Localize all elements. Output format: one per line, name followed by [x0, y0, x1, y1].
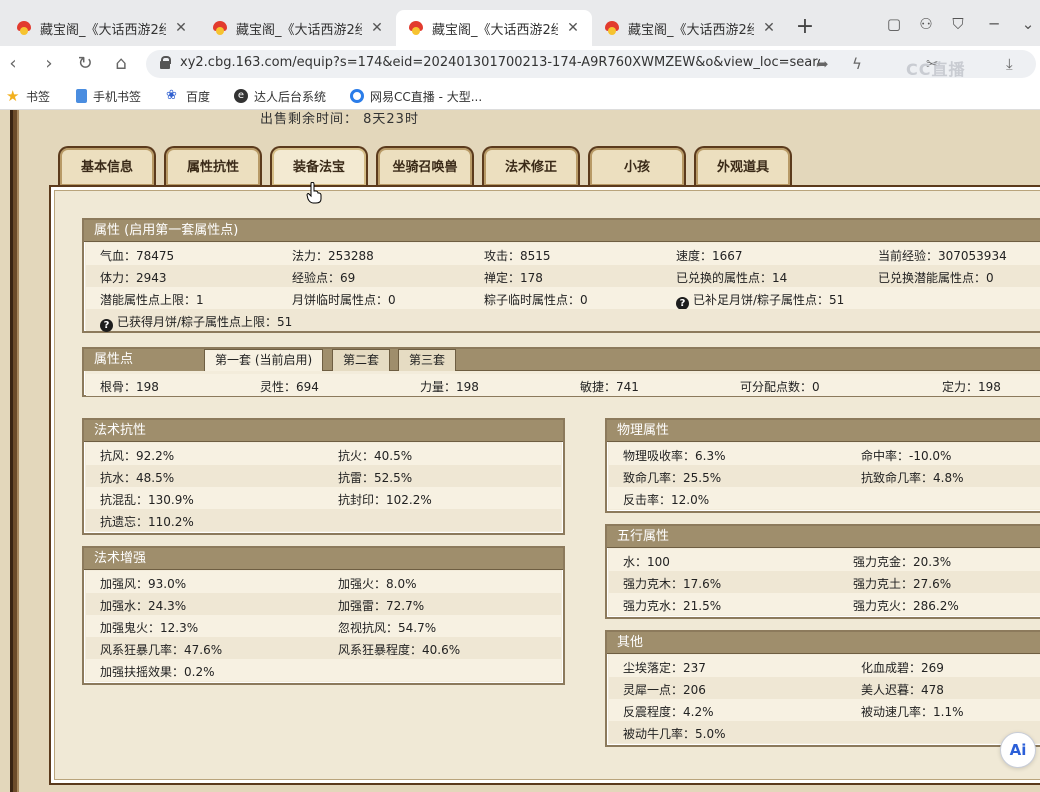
bookmark-item[interactable]: 手机书签: [76, 87, 141, 105]
enhance-row: 加强鬼火：12.3% 忽视抗风：54.7%: [86, 615, 561, 637]
e-icon: e: [234, 89, 248, 103]
browser-tab[interactable]: 藏宝阁_《大话西游2经典 ✕: [200, 10, 396, 46]
physical-attributes-panel: 物理属性 物理吸收率：6.3% 命中率：-10.0% 致命几率：25.5% 抗致命几…: [605, 418, 1040, 513]
points-row: 根骨：198 灵性：694 力量：198 敏捷：741 可分配点数：0 定力：1…: [86, 374, 1040, 396]
lock-icon: [160, 56, 171, 69]
close-tab-icon[interactable]: ✕: [370, 20, 384, 36]
close-tab-icon[interactable]: ✕: [762, 20, 776, 36]
bookmark-item[interactable]: ★ 书签: [6, 87, 50, 105]
browser-tab[interactable]: 藏宝阁_《大话西游2经典 ✕: [4, 10, 200, 46]
lightning-icon[interactable]: ϟ: [852, 55, 862, 73]
five-elements-panel: 五行属性 水：100 强力克金：20.3% 强力克木：17.6% 强力克土：27.6…: [605, 524, 1040, 619]
new-tab-button[interactable]: +: [793, 14, 817, 39]
physical-row: 致命几率：25.5% 抗致命几率：4.8%: [609, 465, 1040, 487]
browser-tab-active[interactable]: 藏宝阁_《大话西游2经典 ✕: [396, 10, 592, 46]
spell-resistance-panel: 法术抗性 抗风：92.2% 抗火：40.5% 抗水：48.5% 抗雷：52.5% 抗…: [82, 418, 565, 535]
game-controller-icon[interactable]: ⚇: [916, 14, 936, 34]
resist-row: 抗遗忘：110.2%: [86, 509, 561, 531]
tab-basic-info[interactable]: 基本信息: [58, 146, 156, 186]
tab-equipment[interactable]: 装备法宝: [270, 146, 368, 186]
help-item: ? 已补足月饼/粽子属性点：51: [676, 291, 844, 310]
question-icon[interactable]: ?: [100, 319, 113, 332]
enhance-row: 加强扶摇效果：0.2%: [86, 659, 561, 681]
attributes-row: 潜能属性点上限：1 月饼临时属性点：0 粽子临时属性点：0 ? 已补足月饼/粽子属…: [86, 287, 1040, 310]
physical-row: 物理吸收率：6.3% 命中率：-10.0%: [609, 443, 1040, 465]
ai-assistant-button[interactable]: Ai: [1000, 732, 1036, 768]
elements-row: 强力克木：17.6% 强力克土：27.6%: [609, 571, 1040, 593]
help-item: ? 已获得月饼/粽子属性点上限：51: [100, 313, 292, 332]
browser-tab-bar: 藏宝阁_《大话西游2经典 ✕ 藏宝阁_《大话西游2经典 ✕ 藏宝阁_《大话西游2…: [0, 0, 1040, 46]
other-panel: 其他 尘埃落定：237 化血成碧：269 灵犀一点：206 美人迟暮：478 反震程…: [605, 630, 1040, 747]
subtab-strip: 第一套 (当前启用) 第二套 第三套: [204, 349, 1040, 371]
other-row: 尘埃落定：237 化血成碧：269: [609, 655, 1040, 677]
share-icon[interactable]: ➦: [816, 55, 829, 73]
chevron-down-icon[interactable]: ⌄: [1018, 14, 1038, 34]
tab-spell-correction[interactable]: 法术修正: [482, 146, 580, 186]
cc-live-icon: [350, 89, 364, 103]
other-row: 被动牛几率：5.0%: [609, 721, 1040, 743]
physical-row: 反击率：12.0%: [609, 487, 1040, 509]
subtab-set-2[interactable]: 第二套: [332, 349, 391, 371]
tab-attributes-resistance[interactable]: 属性抗性: [164, 146, 262, 186]
home-icon[interactable]: ⌂: [110, 53, 132, 75]
minimize-icon[interactable]: ─: [984, 14, 1004, 34]
close-tab-icon[interactable]: ✕: [174, 20, 188, 36]
attribute-points-title: 属性点: [84, 349, 204, 371]
sale-remaining-time: 出售剩余时间： 8天23时: [260, 112, 419, 127]
resist-row: 抗水：48.5% 抗雷：52.5%: [86, 465, 561, 487]
baidu-paw-icon: ❀: [166, 88, 177, 103]
physical-attributes-title: 物理属性: [607, 420, 1040, 442]
bookmark-item[interactable]: 网易CC直播 - 大型...: [350, 87, 482, 105]
enhance-row: 加强水：24.3% 加强雷：72.7%: [86, 593, 561, 615]
decorative-border: [10, 110, 19, 792]
forward-icon[interactable]: ›: [38, 53, 60, 75]
tab-mounts-pets[interactable]: 坐骑召唤兽: [376, 146, 474, 186]
cbg-favicon-icon: [212, 21, 228, 35]
address-bar-row: ‹ › ↻ ⌂ xy2.cbg.163.com/equip?s=174&eid=…: [0, 46, 1040, 82]
bookmarks-bar: ★ 书签 手机书签 ❀ 百度 e 达人后台系统 网易CC直播 - 大型...: [0, 82, 1040, 110]
spell-resistance-title: 法术抗性: [84, 420, 563, 442]
bookmark-item[interactable]: e 达人后台系统: [234, 87, 326, 105]
attributes-panel: 属性 (启用第一套属性点) 气血：78475 法力：253288 攻击：8515…: [82, 218, 1040, 333]
cbg-favicon-icon: [408, 21, 424, 35]
subtab-set-1[interactable]: 第一套 (当前启用): [204, 349, 324, 371]
back-icon[interactable]: ‹: [2, 53, 24, 75]
close-tab-icon[interactable]: ✕: [566, 20, 580, 36]
enhance-row: 加强风：93.0% 加强火：8.0%: [86, 571, 561, 593]
resist-row: 抗混乱：130.9% 抗封印：102.2%: [86, 487, 561, 509]
spell-enhance-panel: 法术增强 加强风：93.0% 加强火：8.0% 加强水：24.3% 加强雷：72.7…: [82, 546, 565, 685]
enhance-row: 风系狂暴几率：47.6% 风系狂暴程度：40.6%: [86, 637, 561, 659]
attributes-row: 气血：78475 法力：253288 攻击：8515 速度：1667 当前经验：…: [86, 243, 1040, 265]
shirt-icon[interactable]: ⛉: [948, 14, 968, 34]
phone-bookmark-icon: [76, 89, 87, 103]
hand-cursor-icon: [306, 182, 322, 204]
cbg-favicon-icon: [604, 21, 620, 35]
url-field[interactable]: xy2.cbg.163.com/equip?s=174&eid=20240130…: [146, 50, 1036, 79]
bookmark-item[interactable]: ❀ 百度: [166, 87, 210, 105]
elements-row: 水：100 强力克金：20.3%: [609, 549, 1040, 571]
tab-appearance-items[interactable]: 外观道具: [694, 146, 792, 186]
five-elements-title: 五行属性: [607, 526, 1040, 548]
download-icon[interactable]: ⤓: [1006, 55, 1013, 73]
reload-icon[interactable]: ↻: [74, 53, 96, 75]
other-row: 灵犀一点：206 美人迟暮：478: [609, 677, 1040, 699]
spell-enhance-title: 法术增强: [84, 548, 563, 570]
cc-watermark: CC直播: [906, 60, 966, 79]
elements-row: 强力克水：21.5% 强力克火：286.2%: [609, 593, 1040, 615]
browser-tab[interactable]: 藏宝阁_《大话西游2经典 ✕: [592, 10, 788, 46]
attributes-row: 体力：2943 经验点：69 禅定：178 已兑换的属性点：14 已兑换潜能属性…: [86, 265, 1040, 287]
tab-search-icon[interactable]: ▢: [884, 14, 904, 34]
resist-row: 抗风：92.2% 抗火：40.5%: [86, 443, 561, 465]
page-content: 出售剩余时间： 8天23时 基本信息 属性抗性 装备法宝 坐骑召唤兽 法术修正 …: [0, 110, 1040, 792]
other-title: 其他: [607, 632, 1040, 654]
cbg-favicon-icon: [16, 21, 32, 35]
tab-child[interactable]: 小孩: [588, 146, 686, 186]
star-icon: ★: [6, 87, 20, 105]
attribute-points-panel: 属性点 第一套 (当前启用) 第二套 第三套 根骨：198 灵性：694 力量：…: [82, 347, 1040, 397]
subtab-set-3[interactable]: 第三套: [398, 349, 457, 371]
attributes-title: 属性 (启用第一套属性点): [84, 220, 1040, 242]
attributes-row: ? 已获得月饼/粽子属性点上限：51: [86, 309, 1040, 332]
other-row: 反震程度：4.2% 被动速几率：1.1%: [609, 699, 1040, 721]
